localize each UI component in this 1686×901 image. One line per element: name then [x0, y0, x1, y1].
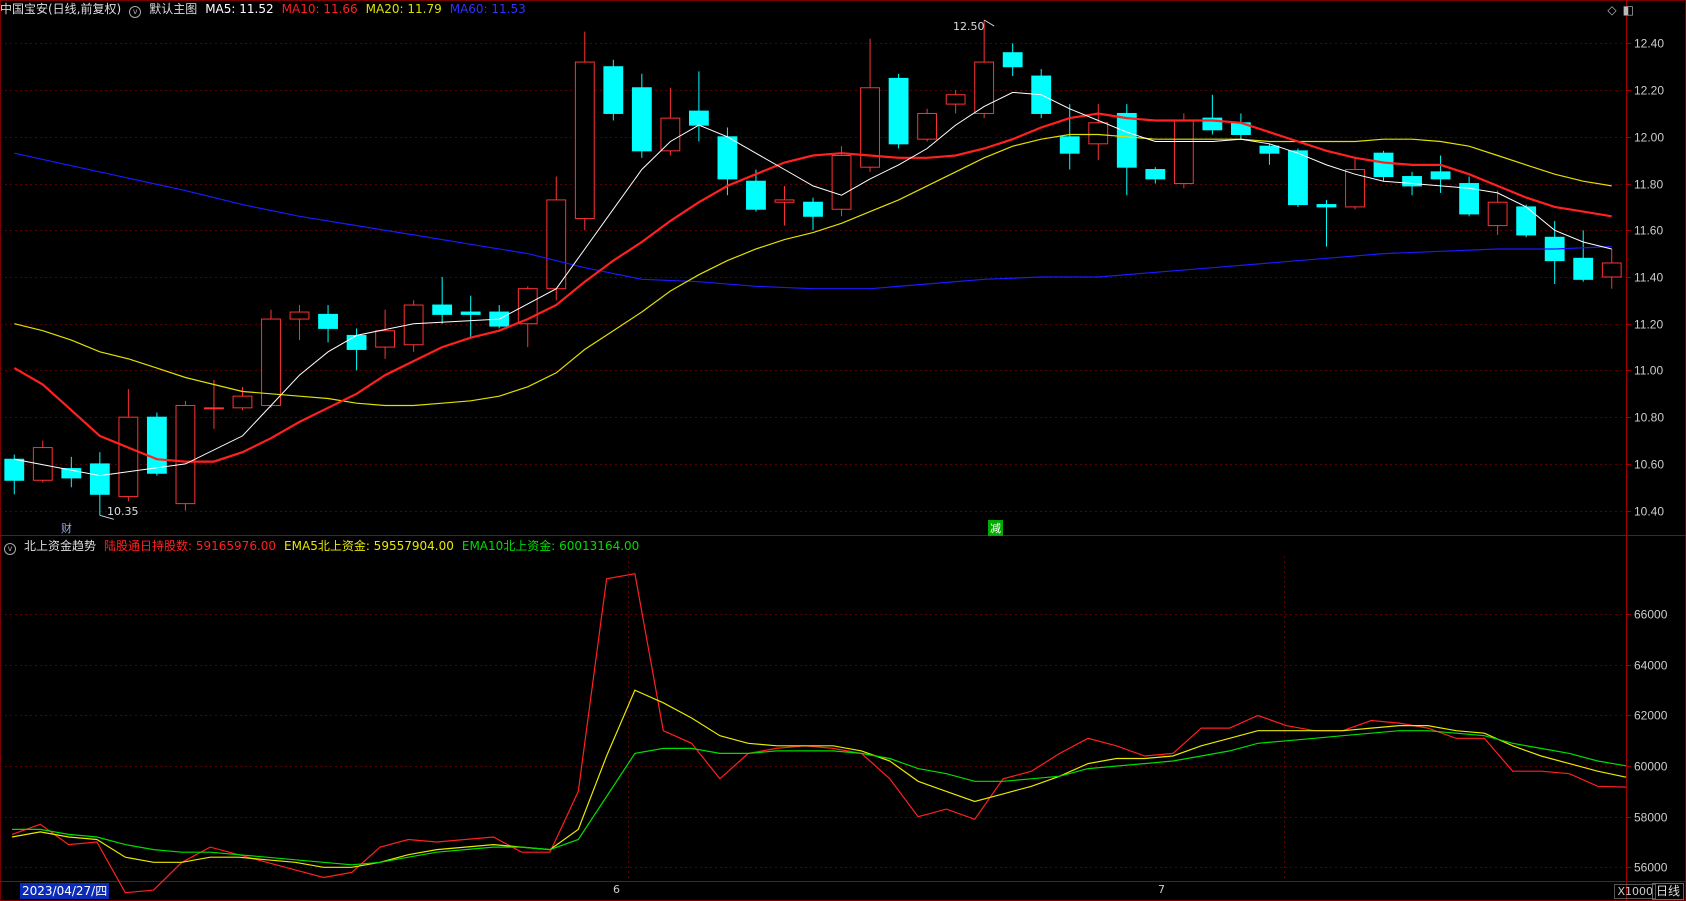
candle-body-up [945, 94, 966, 105]
ma5-line [14, 91, 1612, 477]
price-tick-label: 12.20 [1634, 84, 1664, 98]
ma10-legend: MA10: 11.66 [281, 2, 358, 16]
candle-body-down [4, 458, 25, 481]
candle-body-down [1316, 204, 1337, 208]
hold-line [11, 573, 1627, 894]
finance-marker[interactable]: 财 [59, 520, 74, 536]
candle-body-down [1430, 171, 1451, 180]
ema10-legend: EMA10北上资金: 60013164.00 [461, 539, 640, 553]
price-tick-label: 11.00 [1634, 364, 1663, 378]
candle-body-up [1088, 122, 1109, 145]
candle-body-down [460, 311, 481, 315]
candle-body-up [289, 311, 310, 320]
indicator-tick-label: 64000 [1634, 659, 1668, 673]
candle-body-down [1116, 112, 1137, 168]
indicator-tick-label: 58000 [1634, 811, 1668, 825]
panel-toggle-icon[interactable]: ◧ [1623, 3, 1634, 17]
price-tick-label: 12.00 [1634, 131, 1664, 145]
ma60-legend: MA60: 11.53 [449, 2, 526, 16]
candle-body-up [204, 407, 224, 410]
price-tick-label: 10.40 [1634, 505, 1664, 519]
candle-body-up [1173, 119, 1194, 185]
candle-body-down [1373, 152, 1394, 178]
candle-body-up [118, 416, 139, 498]
main-chart-header: 中国宝安(日线,前复权) v 默认主图 MA5: 11.52 MA10: 11.66 MA… [0, 0, 534, 18]
high-price-label: 12.50 [953, 20, 985, 33]
candle-body-up [1345, 169, 1365, 208]
candle-body-up [974, 61, 995, 114]
main-chart-label[interactable]: 默认主图 [149, 2, 197, 16]
sub-chart-header: v 北上资金趋势 陆股通日持股数: 59165976.00 EMA5北上资金: 595… [0, 537, 647, 555]
candle-body-down [346, 334, 367, 350]
price-tick-label: 10.60 [1634, 458, 1664, 472]
stock-title: 中国宝安(日线,前复权) [0, 2, 122, 16]
price-tick-label: 12.40 [1634, 37, 1664, 51]
price-tick-label: 11.40 [1634, 271, 1663, 285]
month-7-label: 7 [1158, 883, 1165, 896]
candle-body-up [1487, 201, 1508, 227]
ema5-legend: EMA5北上资金: 59557904.00 [284, 539, 454, 553]
ma10-line [13, 112, 1612, 463]
candle-body-down [432, 304, 453, 315]
unit-label: X1000 [1614, 884, 1656, 899]
ema5-line [11, 689, 1627, 868]
candle-body-up [831, 155, 852, 210]
candle-body-up [574, 61, 595, 220]
ma5-legend: MA5: 11.52 [205, 2, 274, 16]
sub-settings-circle-icon[interactable]: v [4, 543, 16, 555]
candle-body-up [774, 199, 795, 203]
ma20-legend: MA20: 11.79 [365, 2, 442, 16]
low-price-label: 10.35 [107, 505, 139, 518]
candle-body-down [1145, 169, 1166, 180]
candle-body-down [318, 313, 338, 329]
candle-body-up [546, 199, 567, 290]
cursor-date-box: 2023/04/27/四 [20, 883, 110, 899]
candle-body-down [1516, 206, 1537, 236]
candle-body-up [175, 405, 196, 505]
price-tick-label: 11.20 [1634, 318, 1663, 332]
candle-body-down [1288, 150, 1308, 206]
period-button[interactable]: 日线 [1651, 883, 1684, 900]
candle-body-up [1601, 262, 1622, 278]
indicator-tick-label: 66000 [1634, 608, 1668, 622]
candle-body-down [603, 66, 624, 114]
chart-corner-controls: ◇ ◧ [1601, 3, 1634, 17]
candle-body-down [803, 201, 823, 217]
candle-body-down [1573, 257, 1594, 280]
price-tick-label: 11.80 [1634, 178, 1663, 192]
settings-circle-icon[interactable]: v [129, 6, 142, 18]
candle-body-up [660, 117, 681, 152]
price-tick-label: 10.80 [1634, 411, 1664, 425]
ma20-line [14, 133, 1612, 407]
candle-body-up [375, 330, 396, 348]
candle-body-up [232, 395, 253, 409]
candle-body-down [1059, 136, 1080, 154]
indicator-tick-label: 56000 [1634, 861, 1668, 875]
candle-body-down [89, 463, 110, 495]
candle-body-up [917, 112, 938, 140]
ema10-line [12, 730, 1627, 866]
candle-body-down [746, 180, 766, 210]
candle-body-down [1259, 145, 1280, 154]
indicator-tick-label: 62000 [1634, 709, 1668, 723]
candle-body-down [717, 136, 738, 180]
stock-chart-canvas[interactable]: 10.40 10.60 10.80 11.00 11.20 11.40 11.60 11.80… [0, 0, 1686, 901]
diamond-icon[interactable]: ◇ [1607, 3, 1616, 17]
price-tick-label: 11.60 [1634, 224, 1663, 238]
candle-body-down [146, 416, 167, 474]
indicator-tick-label: 60000 [1634, 760, 1668, 774]
indicator-title[interactable]: 北上资金趋势 [24, 539, 96, 553]
month-6-label: 6 [613, 883, 620, 896]
candle-body-down [1002, 52, 1023, 68]
candle-body-up [261, 318, 281, 406]
candle-body-down [888, 77, 909, 145]
outer-frame [0, 0, 1686, 901]
reduce-marker[interactable]: 减 [988, 520, 1003, 536]
candle-body-down [688, 110, 709, 126]
candle-body-down [631, 87, 652, 152]
hold-legend: 陆股通日持股数: 59165976.00 [104, 539, 277, 553]
